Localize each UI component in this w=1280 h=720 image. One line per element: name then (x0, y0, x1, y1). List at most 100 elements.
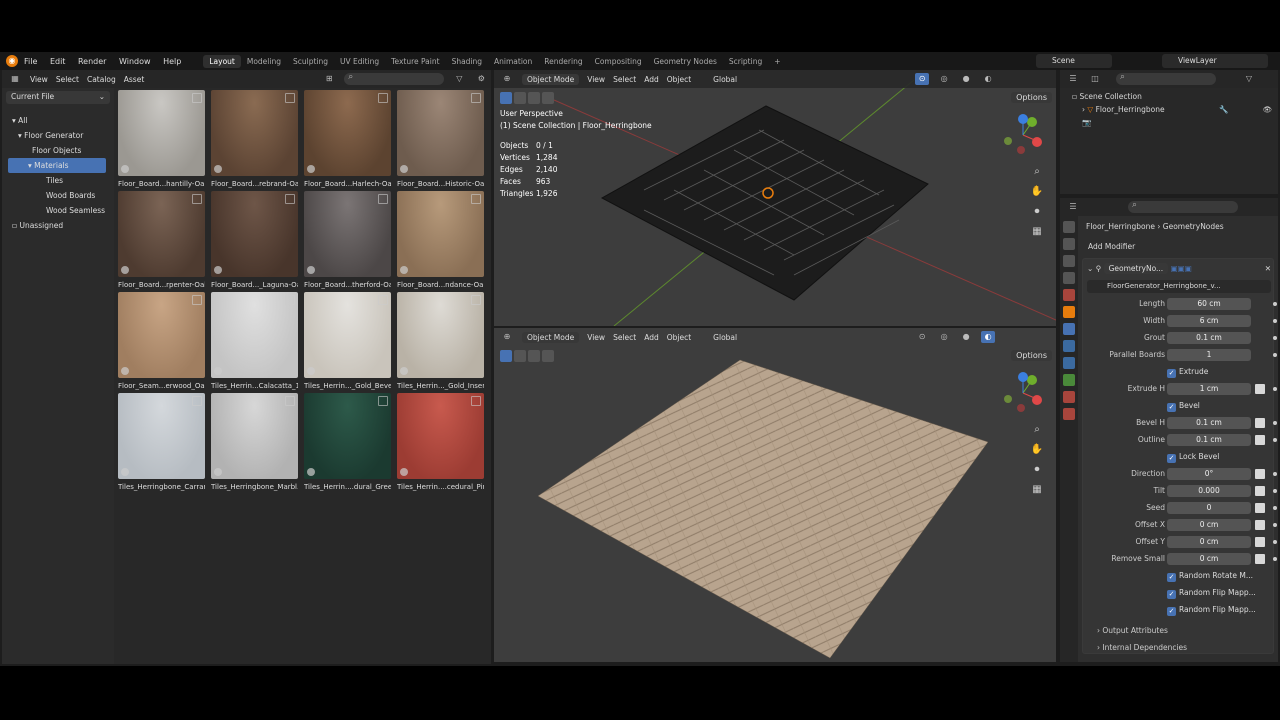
modifier-checkbox[interactable]: ✓ Lock Bevel (1167, 450, 1278, 464)
outliner-search-input[interactable] (1116, 72, 1216, 85)
editor-type-icon[interactable]: ▦ (8, 73, 22, 85)
asset-thumbnail[interactable]: Tiles_Herrin....cedural_Pink (397, 393, 484, 491)
shading-solid-icon[interactable]: ● (959, 73, 973, 85)
catalog-floor-objects[interactable]: Floor Objects (8, 143, 112, 158)
asset-thumbnail[interactable]: Floor_Board...hantilly-Oak (118, 90, 205, 188)
texture-tab-icon[interactable] (1063, 408, 1075, 420)
input-value-field[interactable]: 1 cm (1167, 383, 1251, 395)
mode-dropdown[interactable]: Object Mode (522, 73, 580, 85)
modifier-checkbox[interactable]: ✓ Random Flip Mapp... (1167, 586, 1278, 600)
node-group-selector[interactable]: FloorGenerator_Herringbone_v... (1087, 280, 1271, 293)
tab-sculpting[interactable]: Sculpting (287, 55, 334, 68)
library-dropdown[interactable]: Current File ⌄ (6, 91, 110, 104)
modifier-checkbox[interactable]: ✓ Random Rotate M... (1167, 569, 1278, 583)
overlay-toggle-icon[interactable]: ⊙ (915, 73, 930, 85)
asset-preview-image[interactable] (211, 90, 298, 176)
shading-render-icon[interactable]: ◐ (981, 73, 995, 85)
keyframe-dot-icon[interactable] (1273, 319, 1277, 323)
asset-thumbnail[interactable]: Floor_Board...ndance-Oak (397, 191, 484, 289)
filter-icon[interactable]: ▽ (1242, 73, 1256, 85)
modifier-checkbox[interactable]: ✓ Random Flip Mapp... (1167, 603, 1278, 617)
menu-help[interactable]: Help (163, 57, 181, 66)
keyframe-dot-icon[interactable] (1273, 523, 1277, 527)
checkbox-icon[interactable]: ✓ (1167, 403, 1176, 412)
vp-menu-object[interactable]: Object (667, 333, 691, 342)
catalog-floor-generator[interactable]: ▾ Floor Generator (8, 128, 112, 143)
vp-menu-object[interactable]: Object (667, 75, 691, 84)
tab-animation[interactable]: Animation (488, 55, 538, 68)
attribute-toggle-icon[interactable] (1255, 469, 1265, 479)
vp-menu-add[interactable]: Add (644, 333, 659, 342)
input-value-field[interactable]: 1 (1167, 349, 1251, 361)
editor-type-icon[interactable]: ⊕ (500, 73, 514, 85)
asset-thumbnail[interactable]: Floor_Board...Historic-Oak (397, 90, 484, 188)
vp-menu-select[interactable]: Select (613, 75, 636, 84)
asset-thumbnail[interactable]: Floor_Board...therford-Oak (304, 191, 391, 289)
tab-scripting[interactable]: Scripting (723, 55, 768, 68)
checkbox-icon[interactable]: ✓ (1167, 590, 1176, 599)
collapse-chevron-icon[interactable]: ⌄ (1087, 264, 1093, 273)
select-box-icon[interactable] (500, 350, 512, 362)
filter-icon[interactable]: ▽ (452, 73, 466, 85)
checkbox-icon[interactable]: ✓ (1167, 454, 1176, 463)
keyframe-dot-icon[interactable] (1273, 506, 1277, 510)
transform-orientation-dropdown[interactable]: Global (713, 75, 737, 84)
view-layer-tab-icon[interactable] (1063, 272, 1075, 284)
keyframe-dot-icon[interactable] (1273, 489, 1277, 493)
asset-preview-image[interactable] (118, 393, 205, 479)
asset-preview-image[interactable] (211, 292, 298, 378)
zoom-icon[interactable]: ⌕ (1029, 166, 1045, 182)
input-value-field[interactable]: 6 cm (1167, 315, 1251, 327)
viewport-top[interactable]: ⊕ Object Mode View Select Add Object Glo… (494, 70, 1056, 326)
asset-menu-catalog[interactable]: Catalog (87, 75, 116, 84)
asset-thumbnail[interactable]: Tiles_Herrin..._Gold_Insert (397, 292, 484, 390)
attribute-toggle-icon[interactable] (1255, 503, 1265, 513)
grid-view-icon[interactable]: ▦ (1029, 226, 1045, 242)
keyframe-dot-icon[interactable] (1273, 421, 1277, 425)
vp-menu-view[interactable]: View (587, 333, 605, 342)
tab-geometry-nodes[interactable]: Geometry Nodes (648, 55, 723, 68)
catalog-materials[interactable]: ▾ Materials (8, 158, 106, 173)
catalog-all[interactable]: ▾ All (8, 113, 112, 128)
gear-icon[interactable]: ⚙ (474, 73, 488, 85)
add-modifier-dropdown[interactable]: Add Modifier (1084, 240, 1274, 254)
close-icon[interactable]: ✕ (1265, 262, 1271, 276)
data-tab-icon[interactable] (1063, 374, 1075, 386)
menu-file[interactable]: File (24, 57, 37, 66)
asset-thumbnail[interactable]: Tiles_Herrin...Calacatta_1 (211, 292, 298, 390)
scene-tab-icon[interactable] (1063, 289, 1075, 301)
select-subtract-icon[interactable] (528, 350, 540, 362)
asset-thumbnail[interactable]: Tiles_Herringbone_Marbl... (211, 393, 298, 491)
particles-tab-icon[interactable] (1063, 340, 1075, 352)
asset-thumbnail[interactable]: Floor_Board...rebrand-Oak (211, 90, 298, 188)
asset-thumbnail[interactable]: Floor_Board..._Laguna-Oak (211, 191, 298, 289)
object-tab-icon[interactable] (1063, 306, 1075, 318)
attribute-toggle-icon[interactable] (1255, 554, 1265, 564)
vp-menu-view[interactable]: View (587, 75, 605, 84)
asset-preview-image[interactable] (304, 393, 391, 479)
modifier-toggles-icon[interactable]: ▣▣▣ (1171, 264, 1192, 273)
asset-preview-image[interactable] (118, 90, 205, 176)
editor-type-icon[interactable]: ☰ (1066, 73, 1080, 85)
asset-preview-image[interactable] (397, 191, 484, 277)
options-button[interactable]: Options (1011, 350, 1052, 361)
modifier-checkbox[interactable]: ✓ Bevel (1167, 399, 1278, 413)
navigation-gizmo-icon[interactable] (1002, 114, 1044, 156)
eye-icon[interactable]: 👁 (1263, 105, 1273, 114)
menu-edit[interactable]: Edit (50, 57, 66, 66)
keyframe-dot-icon[interactable] (1273, 557, 1277, 561)
pan-hand-icon[interactable]: ✋ (1029, 444, 1045, 460)
catalog-unassigned[interactable]: ▫ Unassigned (8, 218, 112, 233)
asset-preview-image[interactable] (397, 90, 484, 176)
display-mode-icon[interactable]: ⊞ (322, 73, 336, 85)
asset-preview-image[interactable] (397, 292, 484, 378)
tab-texture-paint[interactable]: Texture Paint (385, 55, 445, 68)
attribute-toggle-icon[interactable] (1255, 520, 1265, 530)
overlay-toggle-icon[interactable]: ⊙ (915, 331, 929, 343)
shading-solid-icon[interactable]: ● (959, 331, 973, 343)
editor-type-icon[interactable]: ⊕ (500, 331, 514, 343)
tab-rendering[interactable]: Rendering (538, 55, 588, 68)
asset-thumbnail[interactable]: Floor_Seam...erwood_Oak (118, 292, 205, 390)
display-mode-icon[interactable]: ◫ (1088, 73, 1102, 85)
attribute-toggle-icon[interactable] (1255, 537, 1265, 547)
